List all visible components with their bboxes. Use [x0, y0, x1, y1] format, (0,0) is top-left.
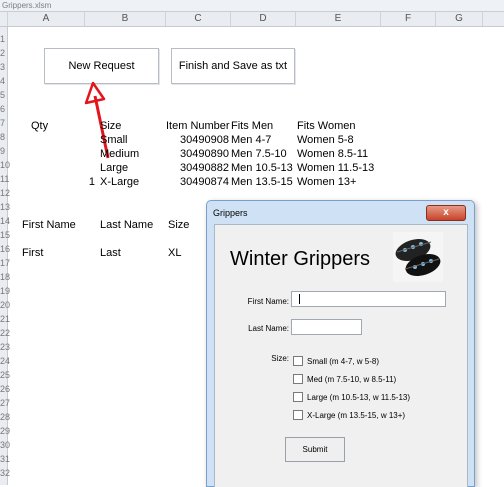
- last-name-label: Last Name:: [248, 324, 289, 333]
- fits-women-header: Fits Women: [297, 120, 356, 132]
- checkbox-icon[interactable]: [293, 392, 303, 402]
- text-cursor: [299, 294, 300, 304]
- dialog-body: Winter Grippers First Name: Last Name: S…: [214, 224, 468, 487]
- first-name-field[interactable]: [291, 291, 446, 307]
- size-cell: Small: [100, 134, 128, 146]
- size-cell: Medium: [100, 148, 140, 160]
- last-name-field[interactable]: [291, 319, 362, 335]
- item-number-cell: 30490882: [180, 162, 229, 174]
- checkbox-icon[interactable]: [293, 410, 303, 420]
- fits-men-cell: Men 10.5-13: [231, 162, 293, 174]
- checkbox-icon[interactable]: [293, 374, 303, 384]
- submit-button[interactable]: Submit: [285, 437, 345, 462]
- fits-women-cell: Women 5-8: [297, 134, 354, 146]
- first-name-cell: First: [22, 247, 44, 259]
- item-number-cell: 30490890: [180, 148, 229, 160]
- grippers-dialog: Grippers x Winter Grippers First Name: L…: [206, 200, 475, 487]
- fits-men-cell: Men 13.5-15: [231, 176, 293, 188]
- item-number-header: Item Number: [166, 120, 230, 132]
- fits-women-cell: Women 8.5-11: [297, 148, 369, 160]
- fits-men-header: Fits Men: [231, 120, 274, 132]
- qty-cell: 1: [88, 176, 95, 188]
- size-option-label: Small (m 4-7, w 5-8): [307, 356, 380, 366]
- qty-header: Qty: [31, 120, 49, 132]
- size-option-large[interactable]: Large (m 10.5-13, w 11.5-13): [293, 392, 410, 402]
- dialog-heading: Winter Grippers: [230, 248, 371, 270]
- size-option-xlarge[interactable]: X-Large (m 13.5-15, w 13+): [293, 410, 405, 420]
- size-option-label: Large (m 10.5-13, w 11.5-13): [307, 392, 411, 402]
- size-entry-cell: XL: [168, 247, 182, 259]
- size-option-label: X-Large (m 13.5-15, w 13+): [307, 410, 406, 420]
- last-name-cell: Last: [100, 247, 121, 259]
- size-option-small[interactable]: Small (m 4-7, w 5-8): [293, 356, 379, 366]
- size-cell: X-Large: [100, 176, 140, 188]
- size-cell: Large: [100, 162, 129, 174]
- checkbox-icon[interactable]: [293, 356, 303, 366]
- dialog-title: Grippers: [213, 208, 248, 218]
- size-option-medium[interactable]: Med (m 7.5-10, w 8.5-11): [293, 374, 396, 384]
- first-name-label: First Name:: [247, 297, 289, 306]
- size-option-label: Med (m 7.5-10, w 8.5-11): [307, 374, 397, 384]
- gripper-shoe-image: [393, 232, 443, 282]
- close-icon[interactable]: x: [426, 205, 466, 221]
- size-header: Size: [100, 120, 122, 132]
- size-entry-header: Size: [168, 219, 190, 231]
- item-number-cell: 30490874: [180, 176, 229, 188]
- last-name-header: Last Name: [100, 219, 154, 231]
- fits-women-cell: Women 13+: [297, 176, 357, 188]
- fits-men-cell: Men 4-7: [231, 134, 272, 146]
- fits-women-cell: Women 11.5-13: [297, 162, 375, 174]
- fits-men-cell: Men 7.5-10: [231, 148, 287, 160]
- size-label: Size:: [271, 354, 289, 363]
- first-name-header: First Name: [22, 219, 76, 231]
- item-number-cell: 30490908: [180, 134, 229, 146]
